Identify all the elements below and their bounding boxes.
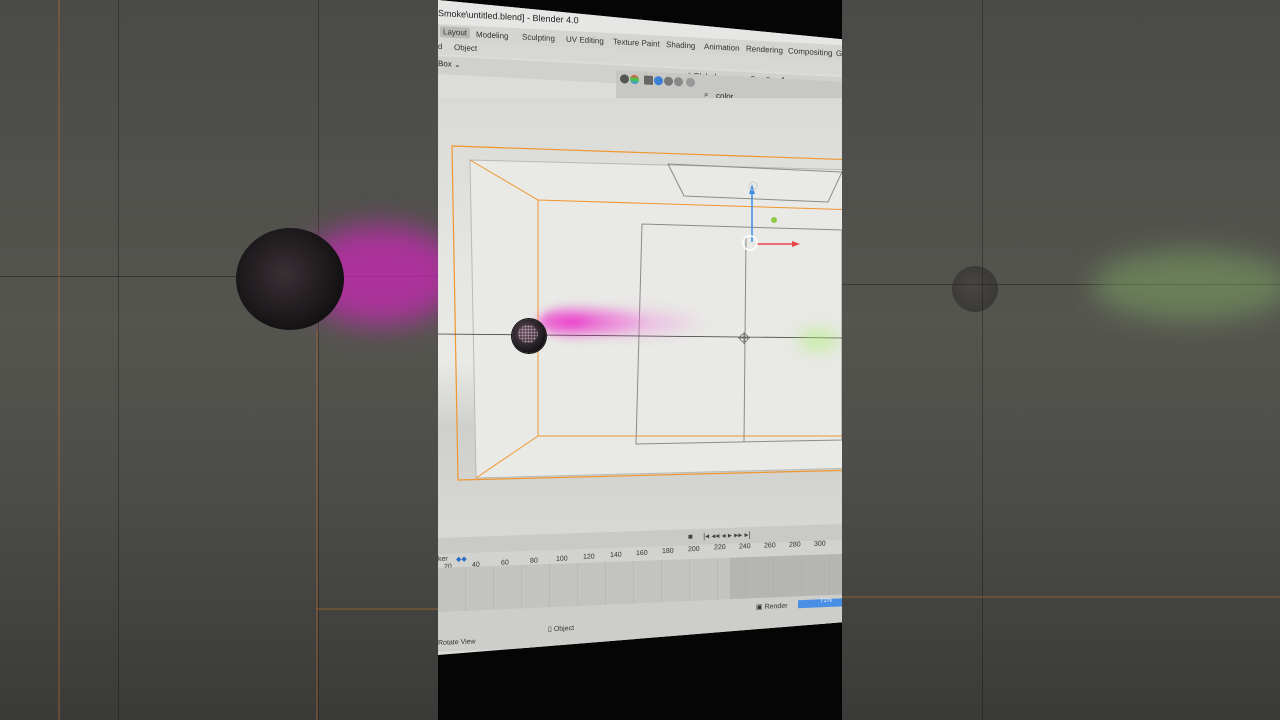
stop-icon[interactable]: ■ [688,532,693,541]
sphere-mesh-dots [518,325,538,343]
frame-tick: 160 [636,549,648,558]
tab-texture-paint[interactable]: Texture Paint [613,37,660,48]
frame-tick: 260 [764,542,776,550]
empty-blur [952,266,998,312]
status-hint: Rotate View [438,638,476,647]
object-icon: ▯ [548,626,552,634]
selection-outline [316,608,438,610]
cube-icon[interactable] [644,75,653,85]
play-reverse-icon[interactable]: ◂ [722,531,726,540]
sphere-blur [236,228,344,330]
chevron-down-icon[interactable] [620,74,629,84]
chevron-down-icon: ⌄ [454,59,461,70]
frame-tick: 220 [714,543,726,552]
selection-outline [316,330,318,720]
sphere-icon[interactable] [674,77,683,87]
shading-icon[interactable] [664,76,673,86]
grid-line [118,0,119,720]
gizmo-y-dot [771,217,777,223]
tab-animation[interactable]: Animation [704,42,740,53]
selection-outline [842,596,1280,598]
monitor: Smoke\untitled.blend] - Blender 4.0 Layo… [438,0,842,655]
color-icon[interactable] [630,74,639,85]
tab-more[interactable]: G [836,49,842,58]
frame-tick: 300 [814,540,826,548]
selection-outline [58,0,60,720]
tab-sculpting[interactable]: Sculpting [522,32,555,43]
tab-layout[interactable]: Layout [440,26,471,39]
light-icon[interactable] [686,77,695,88]
tab-compositing[interactable]: Compositing [788,46,832,57]
smoke-plume-tail [598,306,708,340]
tab-shading[interactable]: Shading [666,40,695,51]
next-key-icon[interactable]: ▸▸ [734,530,742,539]
select-mode-label: Box [438,59,452,69]
blender-photo: Smoke\untitled.blend] - Blender 4.0 Layo… [438,0,842,720]
tab-modeling[interactable]: Modeling [476,30,508,41]
status-render: ▣ Render [756,602,788,611]
render-icon: ▣ [756,603,763,612]
prev-key-icon[interactable]: ◂◂ [711,531,719,540]
frame-tick: 180 [662,547,674,556]
select-mode-dropdown[interactable]: Box ⌄ [438,59,461,69]
frame-tick: 140 [610,551,622,559]
tab-uv-editing[interactable]: UV Editing [566,35,604,46]
blurred-background-left [0,0,438,720]
frame-tick: 100 [556,555,568,563]
jump-start-icon[interactable]: |◂ [703,532,709,541]
blurred-background-right [842,0,1280,720]
menu-item-fragment[interactable]: d [438,42,442,51]
render-progress-label: 71% [820,597,833,605]
smoke-green [788,320,842,360]
frame-tick: 280 [789,541,801,549]
menu-object[interactable]: Object [454,43,477,53]
jump-end-icon[interactable]: ▸| [744,530,750,539]
marker-label: ker [438,555,448,563]
status-object-label: Object [553,625,575,633]
playback-controls: ■ |◂ ◂◂ ◂ ▸ ▸▸ ▸| [688,530,751,541]
keyframe-icon[interactable]: ◆◆ [456,555,467,563]
emitter-sphere[interactable] [512,319,546,353]
play-icon[interactable]: ▸ [728,531,732,540]
render-progress-bar[interactable]: 71% [798,597,842,609]
frame-tick: 240 [739,543,751,551]
grid-line [318,0,319,720]
smoke-blur [1092,250,1280,320]
tab-rendering[interactable]: Rendering [746,44,783,55]
frame-tick: 120 [583,553,595,561]
3d-viewport[interactable] [438,98,842,538]
frame-tick: 200 [688,545,700,554]
status-object: ▯ Object [548,624,574,633]
window-title: Smoke\untitled.blend] - Blender 4.0 [438,8,579,26]
material-icon[interactable] [654,75,663,86]
status-render-label: Render [764,602,788,611]
grid-line [982,0,983,720]
